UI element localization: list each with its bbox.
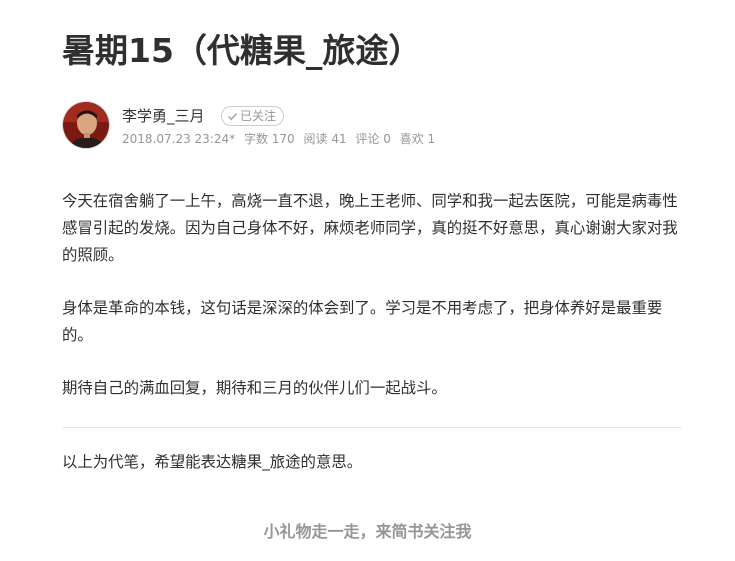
paragraph: 身体是革命的本钱，这句话是深深的体会到了。学习是不用考虑了，把身体养好是最重要的… [62,299,663,344]
paragraph: 期待自己的满血回复，期待和三月的伙伴儿们一起战斗。 [62,379,447,397]
author-info: 李学勇_三月 已关注 2018.07.23 23:24* 字数 170 阅读 4… [62,101,682,149]
follow-label: 已关注 [240,109,277,123]
author-name[interactable]: 李学勇_三月 [122,106,205,126]
article-content: 今天在宿舍躺了一上午，高烧一直不退，晚上王老师、同学和我一起去医院，可能是病毒性… [62,188,686,402]
user-avatar-icon [63,102,109,148]
article-title: 暑期15（代糖果_旅途） [62,31,422,70]
footnote: 以上为代笔，希望能表达糖果_旅途的意思。 [62,453,363,471]
read-count: 阅读 41 [303,132,347,146]
follow-button[interactable]: 已关注 [221,106,285,126]
article-meta: 2018.07.23 23:24* 字数 170 阅读 41 评论 0 喜欢 1 [122,131,440,147]
divider [62,427,682,428]
reward-prompt[interactable]: 小礼物走一走，来简书关注我 [0,518,735,546]
check-icon [228,112,237,120]
publish-time: 2018.07.23 23:24* [122,132,236,146]
author-avatar[interactable] [62,101,110,149]
word-count: 字数 170 [243,132,295,146]
like-count: 喜欢 1 [399,132,436,146]
paragraph: 今天在宿舍躺了一上午，高烧一直不退，晚上王老师、同学和我一起去医院，可能是病毒性… [62,192,678,264]
comment-count: 评论 0 [355,132,391,146]
